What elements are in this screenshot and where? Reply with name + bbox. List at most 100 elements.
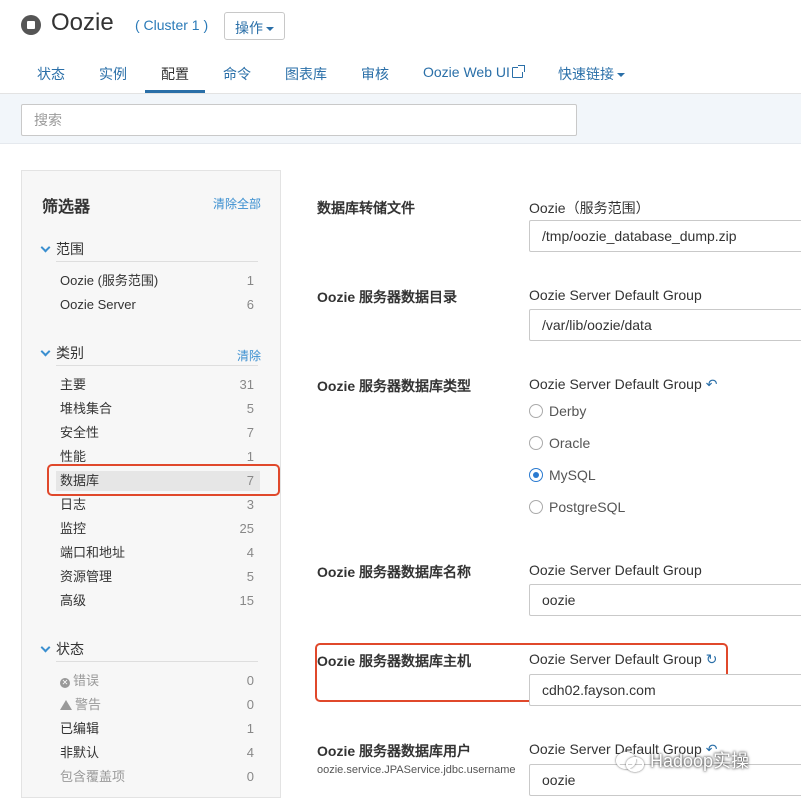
filter-item-count: 25 <box>239 521 254 536</box>
filter-item-edited[interactable]: 已编辑 1 <box>60 719 260 739</box>
category-section-toggle[interactable]: 类别 <box>40 343 84 363</box>
data-dir-input[interactable] <box>529 309 801 341</box>
filter-item-resource-management[interactable]: 资源管理 5 <box>60 567 260 587</box>
config-scope: Oozie Server Default Group ↶ <box>529 376 717 393</box>
tab-charts[interactable]: 图表库 <box>285 64 327 84</box>
caret-down-icon <box>266 27 274 32</box>
warning-icon <box>60 700 72 710</box>
db-dump-file-input[interactable] <box>529 220 801 252</box>
filter-item-label: 监控 <box>60 521 87 536</box>
category-clear-link[interactable]: 清除 <box>237 347 261 364</box>
radio-option-mysql[interactable]: MySQL <box>529 466 596 484</box>
filter-item-advanced[interactable]: 高级 15 <box>60 591 260 611</box>
actions-button-label: 操作 <box>235 20 263 36</box>
radio-label: Oracle <box>549 435 591 451</box>
config-label: Oozie 服务器数据库名称 <box>317 564 472 580</box>
filter-item-main[interactable]: 主要 31 <box>60 375 260 395</box>
config-label: Oozie 服务器数据库主机 <box>317 653 472 669</box>
filter-item-label: Oozie (服务范围) <box>60 273 159 288</box>
scope-heading: 范围 <box>56 241 84 257</box>
filter-item-label: 高级 <box>60 593 87 608</box>
filter-item-scope-service[interactable]: Oozie (服务范围) 1 <box>60 271 260 291</box>
config-scope: Oozie（服务范围） <box>529 200 650 216</box>
filter-item-ports-addresses[interactable]: 端口和地址 4 <box>60 543 260 563</box>
config-property-key: oozie.service.JPAService.jdbc.username <box>317 764 516 776</box>
config-label: Oozie 服务器数据目录 <box>317 289 458 305</box>
filter-item-label: 日志 <box>60 497 87 512</box>
filter-item-count: 15 <box>239 593 254 608</box>
filter-item-label: 性能 <box>60 449 87 464</box>
filter-item-count: 7 <box>246 425 254 440</box>
cluster-link[interactable]: ( Cluster 1 ) <box>135 17 208 33</box>
filter-item-non-default[interactable]: 非默认 4 <box>60 743 260 763</box>
error-icon: ✕ <box>60 678 70 688</box>
tab-bar: 状态 实例 配置 命令 图表库 审核 Oozie Web UI 快速链接 <box>0 50 801 94</box>
undo-icon[interactable]: ↶ <box>706 376 718 393</box>
filter-item-scope-oozie-server[interactable]: Oozie Server 6 <box>60 295 260 315</box>
annotation-highlight-database-filter <box>47 464 280 496</box>
radio-button[interactable] <box>529 500 543 514</box>
chevron-down-icon <box>40 642 51 653</box>
config-label: 数据库转储文件 <box>317 200 415 216</box>
filter-item-count: 6 <box>246 297 254 312</box>
config-label: Oozie 服务器数据库类型 <box>317 378 472 394</box>
config-scope: Oozie Server Default Group <box>529 287 702 303</box>
service-title: Oozie <box>51 9 114 36</box>
reset-icon[interactable]: ↻ <box>706 651 718 668</box>
wechat-logo-icon <box>616 750 644 772</box>
filter-item-label: 主要 <box>60 377 87 392</box>
tab-quick-links-label: 快速链接 <box>558 66 614 82</box>
filter-item-label: 堆栈集合 <box>60 401 113 416</box>
filter-item-label: 非默认 <box>60 745 100 760</box>
page-header: Oozie ( Cluster 1 ) 操作 <box>0 0 801 50</box>
filter-item-label: 端口和地址 <box>60 545 126 560</box>
caret-down-icon <box>617 73 625 78</box>
watermark: Hadoop实操 <box>616 747 749 773</box>
radio-button-selected[interactable] <box>529 468 543 482</box>
config-scope-label: Oozie Server Default Group <box>529 651 702 667</box>
filter-title: 筛选器 <box>42 199 91 216</box>
db-host-input[interactable] <box>529 674 801 706</box>
filter-item-label: 警告 <box>75 697 102 712</box>
filter-item-has-overrides[interactable]: 包含覆盖项 0 <box>60 767 260 787</box>
actions-button[interactable]: 操作 <box>224 12 285 40</box>
filter-item-security[interactable]: 安全性 7 <box>60 423 260 443</box>
status-section-toggle[interactable]: 状态 <box>40 639 84 659</box>
tab-audits[interactable]: 审核 <box>361 64 389 84</box>
radio-option-derby[interactable]: Derby <box>529 402 586 420</box>
tab-status[interactable]: 状态 <box>37 64 65 84</box>
filter-item-logs[interactable]: 日志 3 <box>60 495 260 515</box>
filter-item-count: 31 <box>239 377 254 392</box>
filter-item-count: 4 <box>246 545 254 560</box>
filter-item-count: 1 <box>246 721 254 736</box>
category-heading: 类别 <box>56 345 84 361</box>
filter-item-stack-collection[interactable]: 堆栈集合 5 <box>60 399 260 419</box>
filter-item-label: 安全性 <box>60 425 100 440</box>
filter-item-errors[interactable]: ✕ 错误 0 <box>60 671 260 691</box>
radio-option-oracle[interactable]: Oracle <box>529 434 590 452</box>
filter-item-warnings[interactable]: 警告 0 <box>60 695 260 715</box>
filter-item-monitoring[interactable]: 监控 25 <box>60 519 260 539</box>
radio-option-postgresql[interactable]: PostgreSQL <box>529 498 625 516</box>
tab-quick-links[interactable]: 快速链接 <box>558 64 625 84</box>
status-heading: 状态 <box>56 641 84 657</box>
tab-commands[interactable]: 命令 <box>223 64 251 84</box>
clear-all-link[interactable]: 清除全部 <box>213 195 261 212</box>
radio-button[interactable] <box>529 436 543 450</box>
search-bar-area <box>0 94 801 144</box>
filter-item-count: 4 <box>246 745 254 760</box>
filter-item-count: 0 <box>246 697 254 712</box>
tab-oozie-web-ui[interactable]: Oozie Web UI <box>423 64 525 80</box>
radio-label: MySQL <box>549 467 596 483</box>
config-label: Oozie 服务器数据库用户 <box>317 743 472 759</box>
db-name-input[interactable] <box>529 584 801 616</box>
radio-button[interactable] <box>529 404 543 418</box>
radio-label: Derby <box>549 403 587 419</box>
search-input[interactable] <box>21 104 577 136</box>
divider <box>56 661 258 662</box>
tab-instances[interactable]: 实例 <box>99 64 127 84</box>
external-link-icon <box>511 65 525 78</box>
scope-section-toggle[interactable]: 范围 <box>40 239 84 259</box>
tab-configuration[interactable]: 配置 <box>161 64 189 84</box>
config-scope-label: Oozie Server Default Group <box>529 376 702 392</box>
